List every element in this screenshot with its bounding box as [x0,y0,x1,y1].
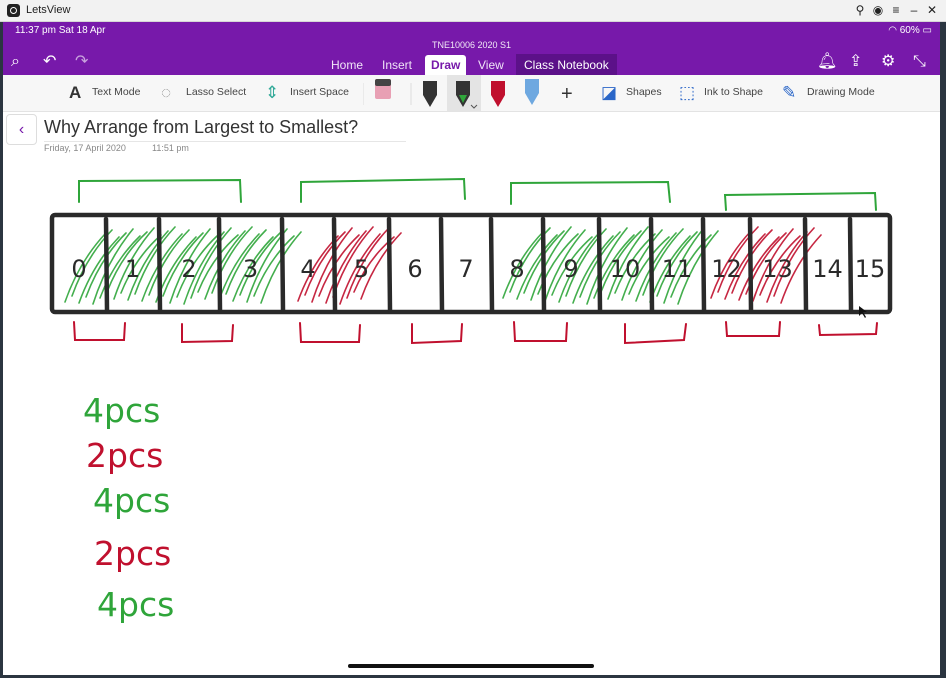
cell-divider [438,216,445,313]
cell-number: 3 [243,255,258,283]
cell-number: 2 [181,255,196,283]
cell-number: 1 [125,255,140,283]
cell-divider [279,216,286,313]
cell-number-labels: 0 1 2 3 4 5 6 7 8 9 10 11 12 13 14 15 [71,255,885,283]
cell-divider [216,216,223,313]
minimize-icon[interactable]: – [906,3,922,18]
note-5: 4pcs [97,585,174,624]
cell-divider [156,216,163,313]
cell-number: 10 [610,255,641,283]
home-indicator [348,664,594,668]
cell-number: 8 [509,255,524,283]
note-1: 4pcs [83,391,160,430]
cell-number: 7 [458,255,473,283]
window-titlebar: LetsView ⚲ ◉ ≡ – ✕ [0,0,946,22]
cell-divider [331,216,338,313]
ipad-screen: 11:37 pm Sat 18 Apr ◠ 60% ▭ TNE10006 202… [3,22,940,675]
cell-divider [700,216,707,313]
red-brackets [73,321,878,345]
cell-number: 5 [354,255,369,283]
cell-number: 11 [662,255,693,283]
cell-divider [596,216,603,313]
cell-divider [802,216,809,313]
handwritten-notes: 4pcs 2pcs 4pcs 2pcs 4pcs [83,391,174,624]
pin-icon[interactable]: ⚲ [852,3,868,18]
cursor-icon [859,306,867,318]
cell-number: 9 [563,255,578,283]
cell-number: 15 [855,255,886,283]
note-4: 2pcs [94,534,171,573]
cell-number: 4 [300,255,315,283]
cell-divider [103,216,110,313]
close-icon[interactable]: ✕ [924,3,940,18]
cell-number: 6 [407,255,422,283]
cell-divider [648,216,655,313]
settings-menu-icon[interactable]: ≡ [888,3,904,18]
cell-divider [488,216,495,313]
cell-number: 0 [71,255,86,283]
cell-divider [386,216,393,313]
cell-number: 13 [762,255,793,283]
cell-number: 12 [711,255,742,283]
record-icon[interactable]: ◉ [870,3,886,18]
green-brackets [78,177,877,211]
note-2: 2pcs [86,436,163,475]
cell-number: 14 [812,255,843,283]
note-3: 4pcs [93,481,170,520]
cell-divider [747,216,754,313]
cell-divider [847,216,854,313]
letsview-logo-icon [7,4,20,17]
ink-canvas[interactable]: 0 1 2 3 4 5 6 7 8 9 10 11 12 13 14 15 4pcs 2pcs 4pcs 2p… [3,22,940,675]
cell-divider [540,216,547,313]
app-name: LetsView [26,4,71,16]
